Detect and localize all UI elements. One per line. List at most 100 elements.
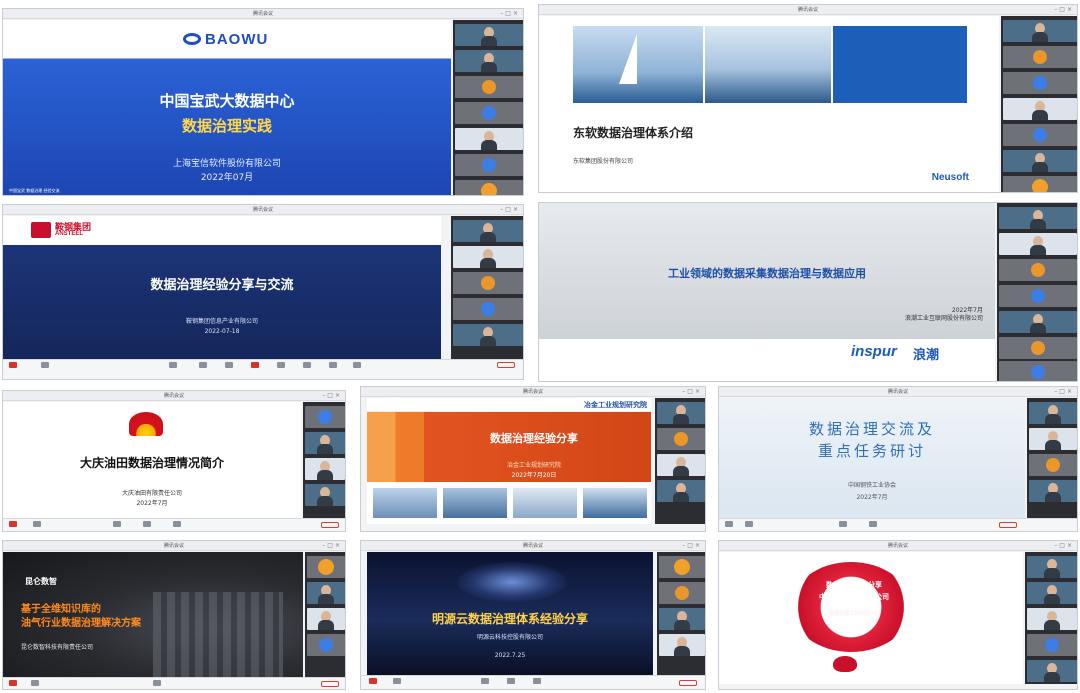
- participant-tile[interactable]: [999, 311, 1077, 333]
- participant-tile[interactable]: [659, 556, 705, 578]
- participant-tile[interactable]: [1027, 660, 1077, 682]
- participant-tile[interactable]: [1003, 46, 1077, 68]
- participant-tile[interactable]: [1027, 556, 1077, 578]
- participant-panel[interactable]: [1025, 552, 1077, 684]
- mic-icon[interactable]: [369, 678, 377, 684]
- mic-icon[interactable]: [9, 521, 17, 527]
- meeting-window-kunlun[interactable]: 腾讯会议 –□× 昆仑数智 基于全维知识库的 油气行业数据治理解决方案 昆仑数智…: [2, 540, 346, 690]
- participant-tile[interactable]: [999, 337, 1077, 359]
- window-controls[interactable]: –□×: [1054, 388, 1074, 396]
- camera-icon[interactable]: [31, 680, 39, 686]
- window-controls[interactable]: –□×: [322, 542, 342, 550]
- participant-tile[interactable]: [1027, 582, 1077, 604]
- participant-tile[interactable]: [455, 128, 523, 150]
- meeting-toolbar[interactable]: [361, 675, 705, 689]
- participant-panel[interactable]: [451, 216, 523, 361]
- meeting-toolbar[interactable]: [719, 518, 1077, 531]
- participant-tile[interactable]: [453, 272, 523, 294]
- mic-icon[interactable]: [9, 680, 17, 686]
- title-bar[interactable]: 腾讯会议 –□×: [3, 391, 345, 401]
- title-bar[interactable]: 腾讯会议 –□×: [361, 387, 705, 397]
- invite-icon[interactable]: [199, 362, 207, 368]
- participant-tile[interactable]: [305, 432, 345, 454]
- title-bar[interactable]: 腾讯会议 –□×: [3, 541, 345, 551]
- participant-tile[interactable]: [307, 634, 345, 656]
- participant-tile[interactable]: [1003, 98, 1077, 120]
- participant-tile[interactable]: [999, 285, 1077, 307]
- participant-tile[interactable]: [659, 634, 705, 656]
- participant-tile[interactable]: [1029, 428, 1077, 450]
- participant-tile[interactable]: [455, 50, 523, 72]
- participant-panel[interactable]: [1027, 398, 1077, 519]
- mic-icon[interactable]: [9, 362, 17, 368]
- share-screen-icon[interactable]: [839, 521, 847, 527]
- members-icon[interactable]: [869, 521, 877, 527]
- leave-meeting-button[interactable]: [321, 522, 339, 528]
- window-controls[interactable]: –□×: [682, 542, 702, 550]
- participant-tile[interactable]: [453, 220, 523, 242]
- chat-icon[interactable]: [533, 678, 541, 684]
- participant-tile[interactable]: [999, 259, 1077, 281]
- participant-tile[interactable]: [1003, 176, 1077, 192]
- camera-icon[interactable]: [745, 521, 753, 527]
- participant-panel[interactable]: [1001, 16, 1077, 192]
- members-icon[interactable]: [507, 678, 515, 684]
- title-bar[interactable]: 腾讯会议 –□×: [719, 541, 1077, 551]
- window-controls[interactable]: –□×: [682, 388, 702, 396]
- participant-tile[interactable]: [453, 298, 523, 320]
- participant-tile[interactable]: [657, 454, 705, 476]
- members-icon[interactable]: [225, 362, 233, 368]
- apps-icon[interactable]: [303, 362, 311, 368]
- share-screen-icon[interactable]: [169, 362, 177, 368]
- title-bar[interactable]: 腾讯会议 –□×: [361, 541, 705, 551]
- participant-tile[interactable]: [1003, 150, 1077, 172]
- participant-tile[interactable]: [455, 180, 523, 195]
- participant-tile[interactable]: [305, 458, 345, 480]
- participant-tile[interactable]: [305, 406, 345, 428]
- participant-panel[interactable]: [305, 552, 345, 678]
- participant-tile[interactable]: [657, 428, 705, 450]
- more-icon[interactable]: [173, 521, 181, 527]
- participant-tile[interactable]: [307, 582, 345, 604]
- participant-tile[interactable]: [1003, 72, 1077, 94]
- participant-tile[interactable]: [453, 246, 523, 268]
- participant-tile[interactable]: [1027, 634, 1077, 656]
- window-controls[interactable]: –□×: [1054, 6, 1074, 14]
- participant-tile[interactable]: [999, 207, 1077, 229]
- window-controls[interactable]: –□×: [1054, 542, 1074, 550]
- participant-tile[interactable]: [1003, 20, 1077, 42]
- settings-icon[interactable]: [329, 362, 337, 368]
- meeting-window-neusoft[interactable]: 腾讯会议 –□× 东软数据治理体系介绍 东软集团股份有限公司 Neusoft: [538, 4, 1078, 193]
- members-icon[interactable]: [153, 680, 161, 686]
- participant-tile[interactable]: [1029, 402, 1077, 424]
- title-bar[interactable]: 腾讯会议 –□×: [3, 205, 523, 215]
- participant-tile[interactable]: [659, 582, 705, 604]
- share-screen-icon[interactable]: [481, 678, 489, 684]
- more-icon[interactable]: [353, 362, 361, 368]
- participant-tile[interactable]: [999, 233, 1077, 255]
- meeting-window-cisa[interactable]: 腾讯会议 –□× 数据治理交流及 重点任务研讨 中国钢铁工业协会 2022年7月: [718, 386, 1078, 532]
- title-bar[interactable]: 腾讯会议 –□×: [719, 387, 1077, 397]
- meeting-window-telecom[interactable]: 腾讯会议 –□× 数据治理经验分享 中国电信集团有限公司 数据治理工作情况介绍: [718, 540, 1078, 690]
- participant-tile[interactable]: [453, 324, 523, 346]
- participant-panel[interactable]: [303, 402, 345, 520]
- leave-meeting-button[interactable]: [497, 362, 515, 368]
- camera-icon[interactable]: [41, 362, 49, 368]
- meeting-window-mpi[interactable]: 腾讯会议 –□× 冶金工业规划研究院 数据治理经验分享 冶金工业规划研究院 20…: [360, 386, 706, 532]
- camera-icon[interactable]: [393, 678, 401, 684]
- meeting-toolbar[interactable]: [3, 359, 523, 379]
- participant-tile[interactable]: [1029, 454, 1077, 476]
- members-icon[interactable]: [143, 521, 151, 527]
- meeting-window-ansteel[interactable]: 腾讯会议 –□× 鞍钢集团 ANSTEEL 数据治理经验分享与交流 鞍钢集团信息…: [2, 204, 524, 380]
- participant-tile[interactable]: [1003, 124, 1077, 146]
- participant-panel[interactable]: [657, 552, 705, 676]
- mic-icon[interactable]: [725, 521, 733, 527]
- participant-tile[interactable]: [659, 608, 705, 630]
- participant-tile[interactable]: [455, 24, 523, 46]
- leave-meeting-button[interactable]: [679, 680, 697, 686]
- participant-tile[interactable]: [999, 361, 1077, 381]
- participant-panel[interactable]: [453, 20, 523, 195]
- participant-tile[interactable]: [657, 480, 705, 502]
- participant-tile[interactable]: [455, 154, 523, 176]
- participant-tile[interactable]: [1029, 480, 1077, 502]
